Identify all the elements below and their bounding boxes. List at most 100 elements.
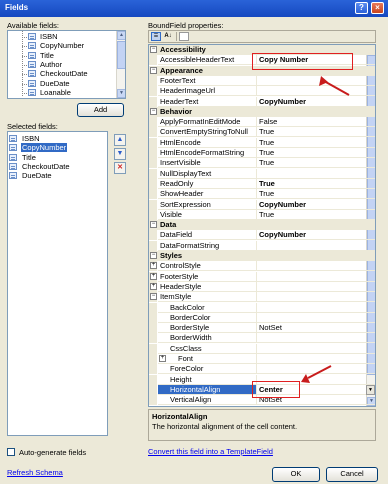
properties-label: BoundField properties: <box>148 21 224 30</box>
property-category[interactable]: − Styles <box>149 251 375 261</box>
property-value[interactable]: CopyNumber <box>257 200 375 210</box>
property-name: HeaderStyle <box>158 281 257 292</box>
property-row[interactable]: HtmlEncode True <box>149 137 375 148</box>
tree-connector <box>22 64 27 66</box>
property-value[interactable]: True <box>257 189 375 200</box>
property-row[interactable]: ShowHeader True <box>149 189 375 200</box>
property-row[interactable]: SortExpression CopyNumber <box>149 199 375 210</box>
available-fields-tree[interactable]: ▲ ▼ ISBN CopyNumber Title Author CheckoutDat… <box>7 30 126 99</box>
collapse-icon[interactable]: − <box>150 107 157 115</box>
property-name: DataField <box>158 230 257 241</box>
scroll-up-arrow-icon[interactable]: ▲ <box>117 31 125 40</box>
property-category[interactable]: − Behavior <box>149 106 375 117</box>
help-button[interactable]: ? <box>355 2 368 14</box>
dropdown-arrow-icon[interactable]: ▼ <box>366 384 375 395</box>
property-row[interactable]: + FooterStyle <box>149 271 375 282</box>
available-scrollbar[interactable]: ▲ ▼ <box>116 31 125 98</box>
property-row[interactable]: ForeColor <box>149 364 375 375</box>
property-value[interactable]: False <box>257 117 375 128</box>
property-row[interactable]: BorderWidth <box>149 333 375 344</box>
collapse-icon[interactable]: − <box>150 252 157 259</box>
property-name: SortExpression <box>158 199 257 210</box>
field-icon <box>9 135 17 142</box>
field-icon <box>28 70 36 78</box>
tree-connector <box>22 46 27 48</box>
property-row[interactable]: BackColor <box>149 302 375 313</box>
auto-generate-checkbox[interactable] <box>7 448 15 456</box>
scroll-down-arrow-icon[interactable]: ▼ <box>117 89 125 98</box>
close-button[interactable]: × <box>371 2 384 14</box>
property-row[interactable]: BorderColor <box>149 312 375 323</box>
property-row[interactable]: − ItemStyle <box>149 292 375 303</box>
cancel-button[interactable]: Cancel <box>326 467 378 482</box>
property-name: ReadOnly <box>158 178 257 189</box>
property-value[interactable]: True <box>257 148 375 158</box>
collapse-icon[interactable]: − <box>150 221 157 229</box>
property-row[interactable]: ApplyFormatInEditMode False <box>149 117 375 128</box>
convert-template-link[interactable]: Convert this field into a TemplateField <box>148 447 273 456</box>
property-value[interactable] <box>257 86 375 97</box>
property-value[interactable]: NotSet <box>257 323 375 334</box>
property-row[interactable]: + ControlStyle <box>149 261 375 272</box>
property-pages-icon[interactable] <box>179 32 189 41</box>
property-name: NullDisplayText <box>158 168 257 179</box>
property-row[interactable]: HtmlEncodeFormatString True <box>149 148 375 158</box>
property-value[interactable] <box>257 169 375 179</box>
property-row[interactable]: InsertVisible True <box>149 158 375 169</box>
property-value[interactable] <box>257 303 375 313</box>
tree-connector <box>22 31 23 96</box>
property-value[interactable]: True <box>257 210 375 220</box>
move-down-arrow-icon[interactable]: ▼ <box>114 148 126 160</box>
property-value[interactable] <box>257 333 375 344</box>
property-value[interactable]: CopyNumber <box>257 230 375 241</box>
delete-field-icon[interactable]: ✕ <box>114 162 126 174</box>
property-value[interactable]: True <box>257 138 375 148</box>
expand-icon[interactable]: + <box>150 272 157 280</box>
scroll-thumb[interactable] <box>117 41 125 69</box>
property-value[interactable]: True <box>257 179 375 189</box>
property-category[interactable]: − Data <box>149 220 375 231</box>
property-value[interactable]: True <box>257 127 375 138</box>
field-name: CopyNumber <box>40 41 85 51</box>
toolbar-divider <box>176 32 177 41</box>
property-row[interactable]: ConvertEmptyStringToNull True <box>149 127 375 138</box>
property-row[interactable]: Visible True <box>149 209 375 220</box>
collapse-icon[interactable]: − <box>150 46 157 53</box>
property-value <box>257 272 375 282</box>
property-row[interactable]: NullDisplayText <box>149 168 375 179</box>
alphabetical-sort-icon[interactable]: A↓ <box>163 32 173 41</box>
property-value[interactable] <box>257 313 375 323</box>
property-name: HtmlEncode <box>158 137 257 148</box>
property-value[interactable]: CopyNumber <box>257 97 375 107</box>
property-row[interactable]: ReadOnly True <box>149 178 375 189</box>
property-name: FooterStyle <box>158 271 257 282</box>
refresh-schema-link[interactable]: Refresh Schema <box>7 468 63 477</box>
expand-icon[interactable]: − <box>150 293 157 301</box>
property-value[interactable] <box>257 344 375 354</box>
expand-icon[interactable]: + <box>150 262 157 270</box>
description-text: The horizontal alignment of the cell con… <box>152 422 298 431</box>
property-row[interactable]: + Font <box>149 354 375 364</box>
description-pane: HorizontalAlign The horizontal alignment… <box>148 409 376 441</box>
add-button[interactable]: Add <box>77 103 124 117</box>
selected-fields-label: Selected fields: <box>7 122 58 131</box>
property-value[interactable] <box>257 241 375 251</box>
property-value[interactable]: True <box>257 158 375 169</box>
field-name: Loanable <box>40 87 71 97</box>
ok-button[interactable]: OK <box>272 467 320 482</box>
field-name: Author <box>40 59 63 69</box>
property-row[interactable]: + HeaderStyle <box>149 281 375 292</box>
property-row[interactable]: DataField CopyNumber <box>149 230 375 241</box>
property-row[interactable]: BorderStyle NotSet <box>149 323 375 334</box>
field-icon <box>9 172 17 180</box>
property-row[interactable]: DataFormatString <box>149 240 375 251</box>
expand-icon[interactable]: + <box>150 282 157 290</box>
property-value <box>257 261 375 272</box>
selected-fields-list[interactable]: ISBN CopyNumber Title CheckoutDate DueDate <box>7 131 108 436</box>
categorized-view-icon[interactable]: ☰ <box>151 32 161 41</box>
move-up-arrow-icon[interactable]: ▲ <box>114 134 126 146</box>
property-row[interactable]: CssClass <box>149 343 375 354</box>
collapse-icon[interactable]: − <box>150 66 157 74</box>
property-value[interactable] <box>257 76 375 86</box>
field-name: ISBN <box>22 134 40 143</box>
